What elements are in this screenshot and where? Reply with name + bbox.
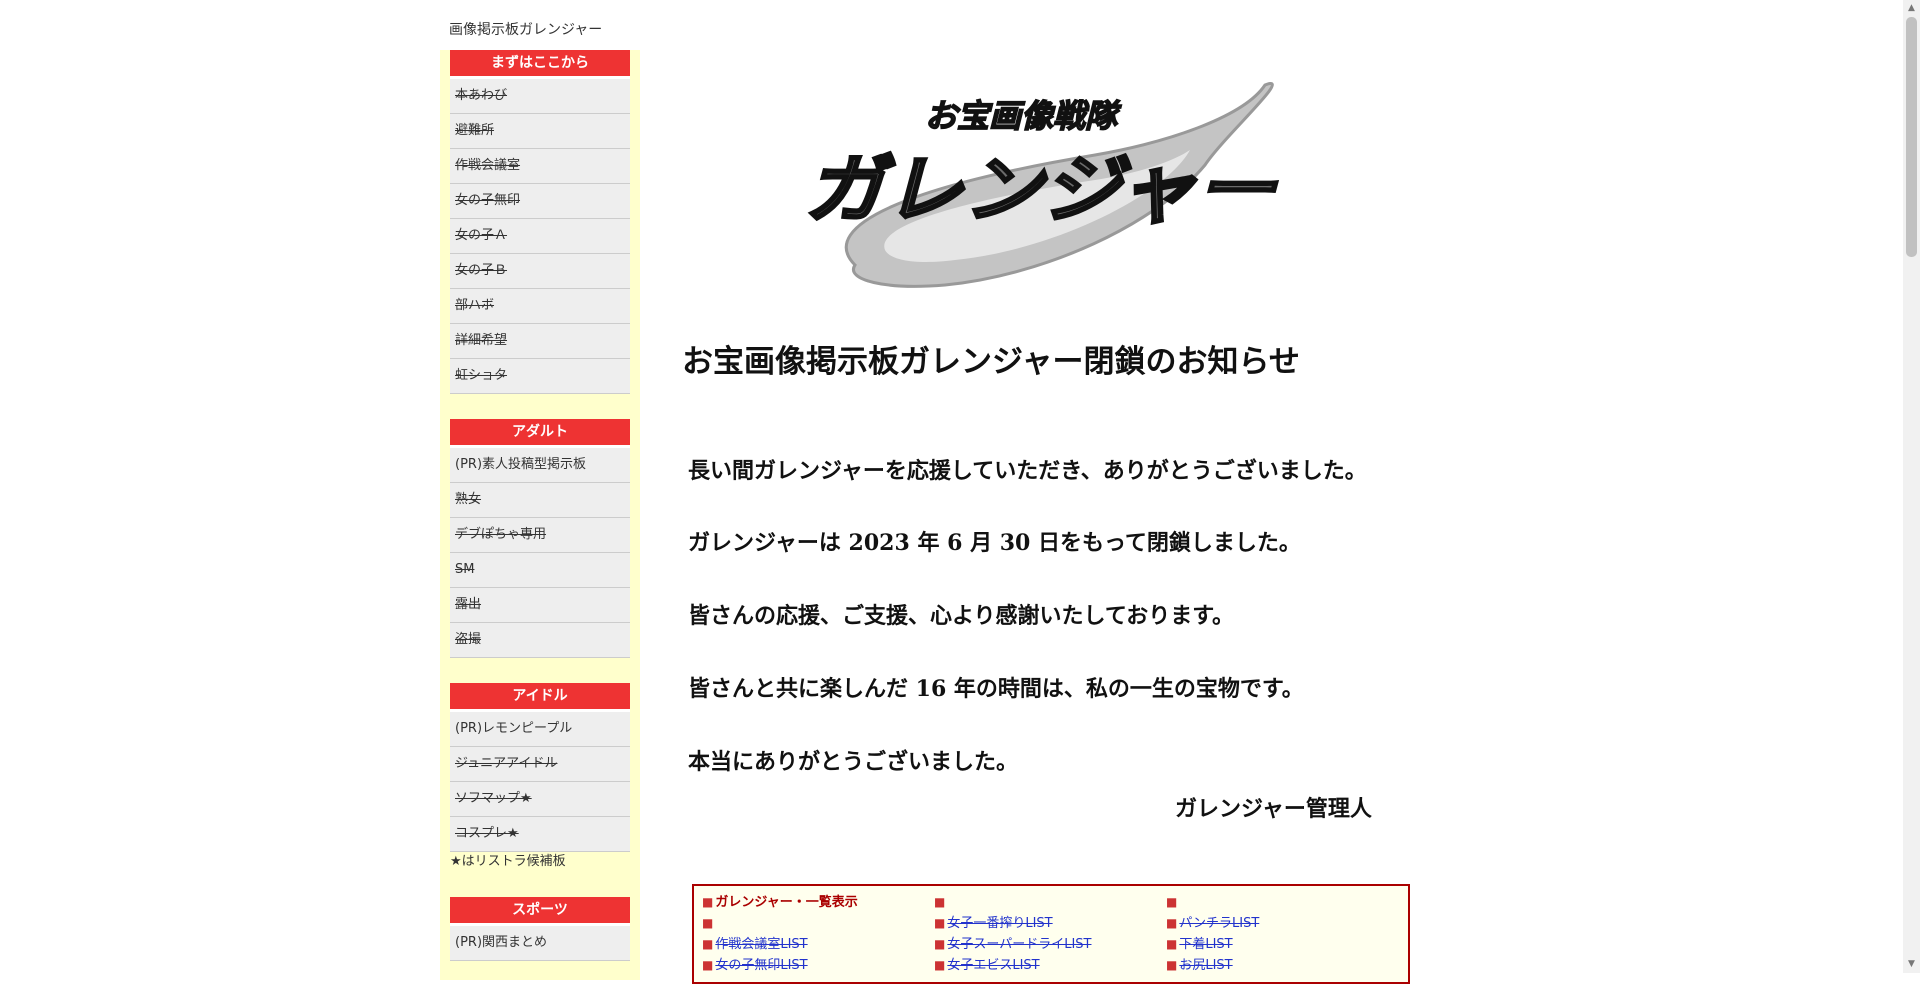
list-entry: ■ ガレンジャー・一覧表示: [702, 892, 932, 913]
menu-item-pr-kansai-matome[interactable]: (PR)関西まとめ: [450, 926, 630, 961]
sidebar-menu: まずはここから 本あわび 避難所 作戦会議室 女の子無印 女の子Ａ 女の子Ｂ 部…: [440, 50, 640, 980]
logo-top-text: お宝画像戦隊: [925, 97, 1122, 135]
list-link-shitagi[interactable]: 下着LIST: [1179, 937, 1232, 952]
list-link-mujirushi[interactable]: 女の子無印LIST: [715, 958, 807, 973]
notice-line: 本当にありがとうございました。: [688, 749, 1019, 775]
menu-item-hinanjo[interactable]: 避難所: [450, 114, 630, 149]
list-entry: ■ 女子スーパードライLIST: [934, 934, 1164, 955]
bullet-square-icon: ■: [1166, 937, 1178, 951]
list-link-ichiban[interactable]: 女子一番搾りLIST: [947, 916, 1052, 931]
menu-item-pr-shirouto[interactable]: (PR)素人投稿型掲示板: [450, 448, 630, 483]
menu-item-sakusen-kaigishitsu[interactable]: 作戦会議室: [450, 149, 630, 184]
bullet-square-icon: ■: [934, 937, 946, 951]
menu-section-idol: アイドル (PR)レモンピープル ジュニアアイドル ソフマップ★ コスプレ★ ★…: [450, 683, 630, 872]
menu-item-cosplay[interactable]: コスプレ★: [450, 817, 630, 852]
menu-item-jukujo[interactable]: 熟女: [450, 483, 630, 518]
bullet-square-icon: ■: [702, 916, 714, 930]
bullet-square-icon: ■: [934, 916, 946, 930]
bullet-square-icon: ■: [702, 937, 714, 951]
list-column: ■ ■ 女子一番搾りLIST ■ 女子スーパードライLIST ■ 女子エビスLIST: [934, 892, 1164, 976]
menu-item-niji-shota[interactable]: 虹ショタ: [450, 359, 630, 394]
scroll-down-arrow-icon[interactable]: ▼: [1903, 956, 1920, 973]
menu-item-tousatsu[interactable]: 盗撮: [450, 623, 630, 658]
list-entry: ■: [934, 892, 1164, 913]
menu-section-adult: アダルト (PR)素人投稿型掲示板 熟女 デブぽちゃ専用 SM 露出 盗撮: [450, 419, 630, 658]
list-link-panchira[interactable]: パンチラLIST: [1179, 916, 1259, 931]
menu-section-start: まずはここから 本あわび 避難所 作戦会議室 女の子無印 女の子Ａ 女の子Ｂ 部…: [450, 50, 630, 394]
bullet-square-icon: ■: [1166, 895, 1178, 909]
bullet-square-icon: ■: [934, 958, 946, 972]
menu-item-sofmap[interactable]: ソフマップ★: [450, 782, 630, 817]
list-link-ebisu[interactable]: 女子エビスLIST: [947, 958, 1039, 973]
menu-item-debu-pocha[interactable]: デブぽちゃ専用: [450, 518, 630, 553]
menu-header: アダルト: [450, 419, 630, 448]
bullet-square-icon: ■: [934, 895, 946, 909]
logo-main-text: ガレンジャー: [805, 147, 1277, 233]
list-entry: ■ 下着LIST: [1166, 934, 1396, 955]
site-title: 画像掲示板ガレンジャー: [449, 22, 603, 38]
list-link-superdry[interactable]: 女子スーパードライLIST: [947, 937, 1091, 952]
list-column: ■ ■ パンチラLIST ■ 下着LIST ■ お尻LIST: [1166, 892, 1396, 976]
menu-item-pr-lemon-people[interactable]: (PR)レモンピープル: [450, 712, 630, 747]
menu-header: アイドル: [450, 683, 630, 712]
list-link-oshiri[interactable]: お尻LIST: [1179, 958, 1232, 973]
scroll-up-arrow-icon[interactable]: ▲: [1903, 0, 1920, 17]
menu-header: スポーツ: [450, 897, 630, 926]
notice-line: 皆さんの応援、ご支援、心より感謝いたしております。: [688, 603, 1235, 629]
bullet-square-icon: ■: [1166, 958, 1178, 972]
bullet-square-icon: ■: [702, 895, 714, 909]
menu-note: ★はリストラ候補板: [450, 854, 566, 869]
menu-gap: [440, 658, 640, 683]
menu-gap: [440, 872, 640, 897]
list-entry: ■: [702, 913, 932, 934]
list-heading: ガレンジャー・一覧表示: [715, 895, 858, 910]
menu-item-roshutsu[interactable]: 露出: [450, 588, 630, 623]
notice-line: 皆さんと共に楽しんだ 16 年の時間は、私の一生の宝物です。: [688, 676, 1304, 702]
list-entry: ■ 女子一番搾りLIST: [934, 913, 1164, 934]
notice-line: 長い間ガレンジャーを応援していただき、ありがとうございました。: [688, 458, 1367, 484]
bullet-square-icon: ■: [1166, 916, 1178, 930]
list-link-sakusen[interactable]: 作戦会議室LIST: [715, 937, 807, 952]
list-entry: ■ 作戦会議室LIST: [702, 934, 932, 955]
notice-line: ガレンジャーは 2023 年 6 月 30 日をもって閉鎖しました。: [688, 530, 1301, 556]
menu-item-onnanoko-b[interactable]: 女の子Ｂ: [450, 254, 630, 289]
notice-signature: ガレンジャー管理人: [1175, 796, 1372, 822]
menu-item-buhabo[interactable]: 部ハボ: [450, 289, 630, 324]
list-entry: ■ パンチラLIST: [1166, 913, 1396, 934]
list-column: ■ ガレンジャー・一覧表示 ■ ■ 作戦会議室LIST ■ 女の子無印LIST: [702, 892, 932, 976]
menu-item-shousai-kibou[interactable]: 詳細希望: [450, 324, 630, 359]
menu-item-junior-idol[interactable]: ジュニアアイドル: [450, 747, 630, 782]
garenger-logo: お宝画像戦隊 ガレンジャー: [804, 81, 1279, 288]
notice-title: お宝画像掲示板ガレンジャー閉鎖のお知らせ: [682, 344, 1300, 380]
bullet-square-icon: ■: [702, 958, 714, 972]
menu-item-sm[interactable]: SM: [450, 553, 630, 588]
menu-item-honawabi[interactable]: 本あわび: [450, 79, 630, 114]
scrollbar-thumb[interactable]: [1906, 17, 1917, 257]
menu-header: まずはここから: [450, 50, 630, 79]
vertical-scrollbar[interactable]: ▲ ▼: [1903, 0, 1920, 973]
menu-section-sports: スポーツ (PR)関西まとめ: [450, 897, 630, 961]
menu-gap: [440, 394, 640, 419]
board-list-box: ■ ガレンジャー・一覧表示 ■ ■ 作戦会議室LIST ■ 女の子無印LIST ■ ■…: [692, 884, 1410, 984]
list-entry: ■: [1166, 892, 1396, 913]
menu-item-onnanoko-mujirushi[interactable]: 女の子無印: [450, 184, 630, 219]
menu-item-onnanoko-a[interactable]: 女の子Ａ: [450, 219, 630, 254]
